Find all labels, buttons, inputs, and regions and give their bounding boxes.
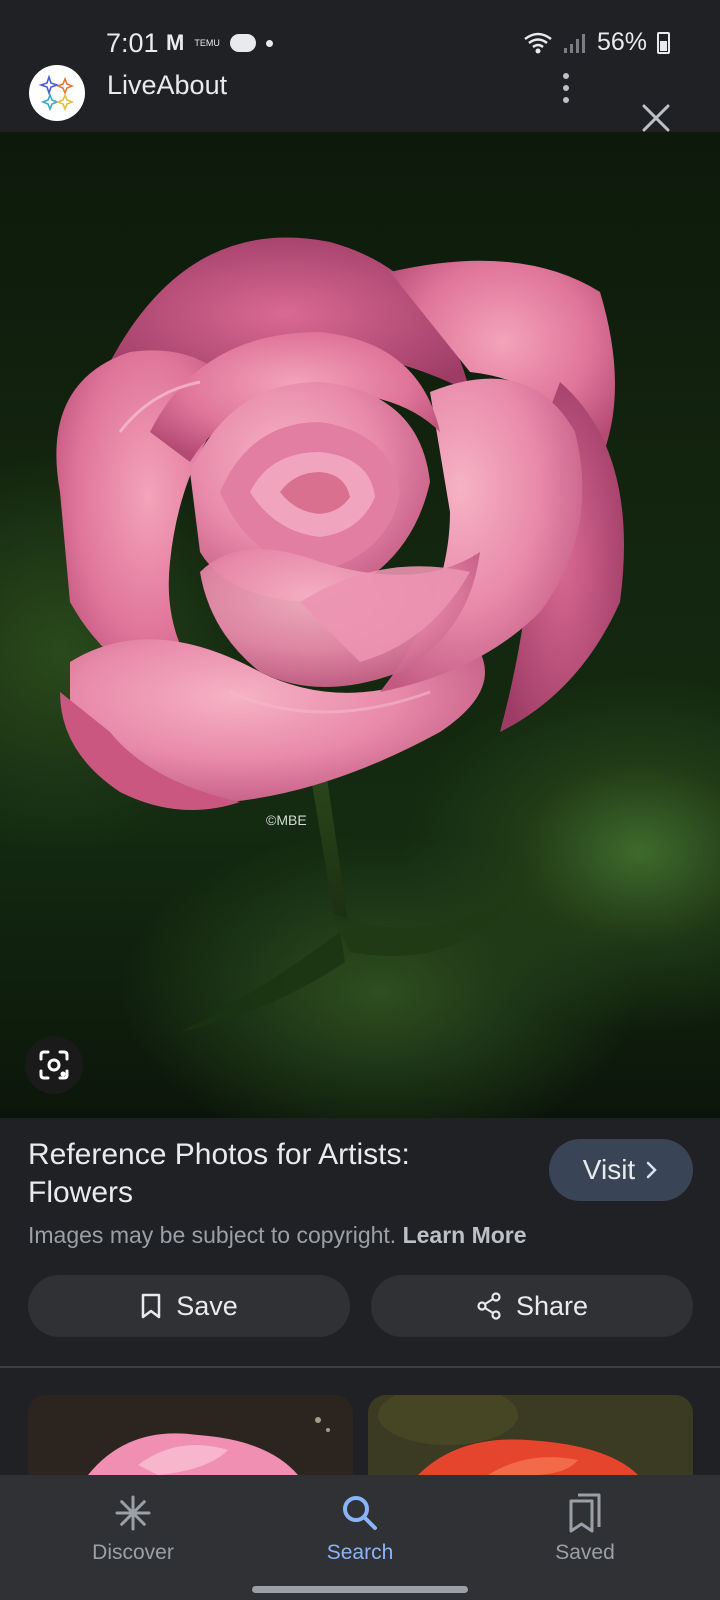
bottom-navigation: Discover Search Saved: [0, 1475, 720, 1600]
nav-saved-label: Saved: [555, 1541, 615, 1564]
share-label: Share: [515, 1290, 589, 1321]
home-indicator[interactable]: [252, 1586, 468, 1593]
battery-percent: 56%: [596, 28, 647, 56]
save-button[interactable]: Save: [28, 1275, 350, 1337]
copyright-notice: Images may be subject to copyright. Lear…: [28, 1222, 527, 1249]
lens-icon[interactable]: [25, 1036, 83, 1094]
learn-more-link[interactable]: Learn More: [403, 1222, 527, 1248]
share-icon: [477, 1292, 501, 1320]
system-icons: 56%: [523, 28, 670, 57]
dot-icon: [265, 39, 273, 47]
related-image-thumbnail[interactable]: [368, 1395, 693, 1475]
visit-button[interactable]: Visit: [549, 1139, 693, 1201]
image-watermark: ©MBE: [266, 812, 307, 828]
asterisk-icon: [111, 1491, 155, 1535]
image-preview[interactable]: ©MBE: [0, 132, 720, 1118]
nav-search[interactable]: Search: [280, 1491, 440, 1565]
battery-icon: [657, 31, 670, 54]
sparkle-logo-icon[interactable]: [29, 65, 85, 121]
visit-label: Visit: [582, 1154, 636, 1185]
temu-icon: TEMU: [194, 37, 220, 48]
cloud-icon: [229, 34, 256, 52]
search-icon: [338, 1491, 382, 1535]
nav-discover[interactable]: Discover: [53, 1491, 213, 1565]
rose-photo: [56, 237, 624, 1032]
site-name[interactable]: LiveAbout: [107, 70, 227, 101]
signal-icon: [563, 33, 585, 53]
save-label: Save: [176, 1290, 238, 1321]
status-time: 7:01: [106, 28, 159, 58]
related-image-thumbnail[interactable]: [28, 1395, 353, 1475]
nav-saved[interactable]: Saved: [505, 1491, 665, 1565]
copyright-text: Images may be subject to copyright.: [28, 1222, 397, 1248]
saved-icon: [563, 1491, 607, 1535]
nav-discover-label: Discover: [92, 1541, 174, 1564]
bookmark-icon: [141, 1293, 161, 1319]
source-header: LiveAbout: [0, 60, 720, 132]
divider: [0, 1366, 720, 1368]
result-title[interactable]: Reference Photos for Artists: Flowers: [28, 1136, 498, 1212]
nav-search-label: Search: [326, 1541, 394, 1564]
gmail-icon: M: [166, 30, 185, 55]
share-button[interactable]: Share: [371, 1275, 693, 1337]
more-vert-icon[interactable]: [556, 70, 576, 106]
chevron-right-icon: [646, 1161, 657, 1179]
notification-icons: M TEMU: [166, 30, 273, 56]
wifi-icon: [524, 32, 552, 53]
